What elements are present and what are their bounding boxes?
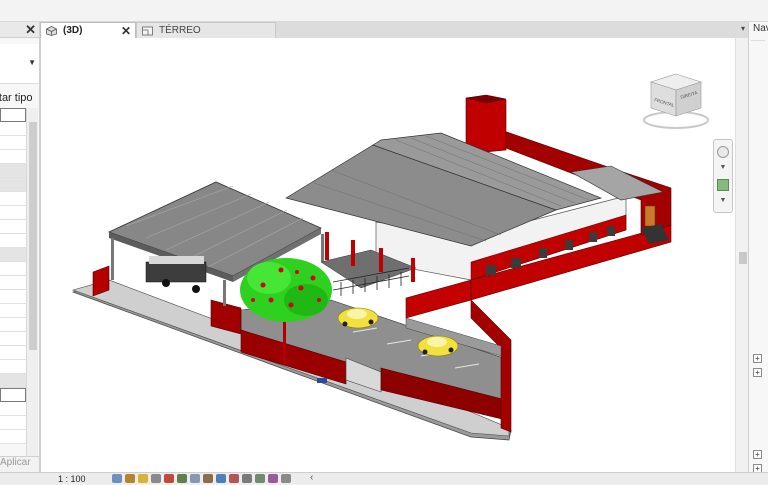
view-scale[interactable]: 1 : 100	[58, 473, 86, 485]
tab-menu-icon[interactable]: ▾	[741, 24, 745, 33]
tab-terreo[interactable]: TÉRREO	[136, 22, 276, 38]
render-icon[interactable]	[164, 474, 174, 483]
show-crop-icon[interactable]	[190, 474, 200, 483]
properties-grid	[0, 108, 26, 444]
property-row[interactable]	[0, 304, 26, 318]
visual-style-icon[interactable]	[125, 474, 135, 483]
view-control-bar: 1 : 100 ‹	[0, 472, 768, 484]
property-row[interactable]	[0, 206, 26, 220]
property-row[interactable]	[0, 136, 26, 150]
property-row[interactable]	[0, 290, 26, 304]
apply-button[interactable]: Aplicar	[0, 456, 39, 472]
property-row[interactable]	[0, 108, 26, 122]
chevron-down-icon[interactable]: ▼	[28, 58, 36, 67]
tab-label: (3D)	[63, 25, 83, 36]
car-1	[337, 307, 379, 329]
tab-3d[interactable]: (3D) ✕	[40, 22, 136, 38]
property-row[interactable]	[0, 332, 26, 346]
property-row[interactable]	[0, 220, 26, 234]
parked-vehicles	[145, 256, 207, 293]
floor-plan-icon	[142, 26, 153, 36]
properties-panel: ✕ ▼ litar tipo Aplicar	[0, 22, 40, 472]
zoom-icon[interactable]	[717, 179, 729, 191]
rear-door	[644, 205, 656, 227]
shadows-icon[interactable]	[151, 474, 161, 483]
project-browser-title: Nav	[753, 23, 768, 34]
expand-icon[interactable]: +	[753, 354, 762, 363]
property-row[interactable]	[0, 150, 26, 164]
property-row[interactable]	[0, 388, 26, 402]
chevron-down-icon[interactable]: ▼	[714, 197, 732, 204]
viewcube[interactable]: FRONTAL DIREITA	[641, 72, 711, 132]
property-row[interactable]	[0, 360, 26, 374]
steering-wheel-icon[interactable]	[717, 146, 729, 158]
property-row[interactable]	[0, 318, 26, 332]
property-section-header[interactable]	[0, 374, 26, 388]
lock-view-icon[interactable]	[203, 474, 213, 483]
properties-scrollbar[interactable]	[26, 108, 38, 464]
view-control-tools	[112, 474, 291, 484]
edit-type-button[interactable]: litar tipo	[0, 92, 33, 104]
property-row[interactable]	[0, 262, 26, 276]
close-tab-icon[interactable]: ✕	[121, 23, 131, 39]
viewport-scrollbar[interactable]	[735, 38, 748, 472]
scrollbar-thumb[interactable]	[739, 252, 747, 264]
scrollbar-thumb[interactable]	[29, 122, 37, 350]
temp-hide-icon[interactable]	[216, 474, 226, 483]
3d-view-icon	[46, 26, 57, 36]
chimney	[465, 95, 507, 153]
crop-view-icon[interactable]	[177, 474, 187, 483]
car-2	[417, 335, 459, 357]
scroll-left-icon[interactable]: ‹	[310, 472, 313, 483]
property-row[interactable]	[0, 164, 26, 178]
side-wall	[405, 279, 472, 319]
ribbon-edge	[0, 0, 768, 22]
property-row[interactable]	[0, 276, 26, 290]
property-row[interactable]	[0, 192, 26, 206]
sun-path-icon[interactable]	[138, 474, 148, 483]
constraints-icon[interactable]	[281, 474, 291, 483]
tab-label: TÉRREO	[159, 25, 201, 36]
view-tabs: (3D) ✕ TÉRREO ▾	[40, 22, 748, 38]
property-row[interactable]	[0, 122, 26, 136]
expand-icon[interactable]: +	[753, 368, 762, 377]
property-row[interactable]	[0, 416, 26, 430]
divider	[751, 40, 765, 41]
3d-viewport[interactable]: FRONTAL DIREITA ▼ ▼	[40, 38, 748, 472]
type-selector[interactable]: ▼	[0, 44, 39, 84]
property-row[interactable]	[0, 346, 26, 360]
project-browser: Nav + + + +	[748, 22, 768, 472]
chevron-down-icon[interactable]: ▼	[714, 164, 732, 171]
site-sign	[317, 378, 327, 383]
building-model[interactable]	[41, 38, 735, 472]
worksharing-icon[interactable]	[242, 474, 252, 483]
navigation-bar: ▼ ▼	[713, 139, 733, 213]
expand-icon[interactable]: +	[753, 450, 762, 459]
analytical-model-icon[interactable]	[255, 474, 265, 483]
detail-level-icon[interactable]	[112, 474, 122, 483]
properties-panel-header: ✕	[0, 22, 39, 38]
highlight-icon[interactable]	[268, 474, 278, 483]
property-section-header[interactable]	[0, 248, 26, 262]
property-row[interactable]	[0, 430, 26, 444]
reveal-hidden-icon[interactable]	[229, 474, 239, 483]
property-row[interactable]	[0, 402, 26, 416]
property-row[interactable]	[0, 178, 26, 192]
expand-icon[interactable]: +	[753, 464, 762, 472]
property-row[interactable]	[0, 234, 26, 248]
close-icon[interactable]: ✕	[25, 22, 36, 38]
